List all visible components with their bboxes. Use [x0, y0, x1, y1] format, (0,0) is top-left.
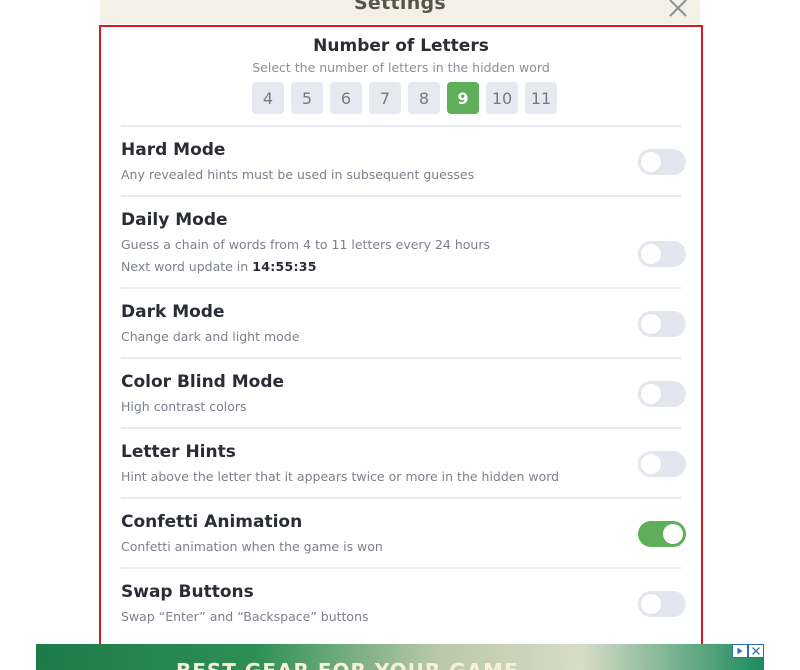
- next-update-time: 14:55:35: [252, 259, 317, 274]
- toggle-knob: [641, 454, 661, 474]
- setting-dark-mode: Dark Mode Change dark and light mode: [101, 289, 701, 359]
- letters-subtitle: Select the number of letters in the hidd…: [252, 60, 550, 75]
- letter-count-7[interactable]: 7: [369, 82, 401, 114]
- modal-header: Settings: [100, 0, 700, 24]
- setting-description: Any revealed hints must be used in subse…: [121, 167, 475, 182]
- letter-count-9[interactable]: 9: [447, 82, 479, 114]
- setting-letter-hints: Letter Hints Hint above the letter that …: [101, 429, 701, 499]
- letter-count-8[interactable]: 8: [408, 82, 440, 114]
- toggle-knob: [641, 244, 661, 264]
- toggle-knob: [663, 524, 683, 544]
- setting-description: Confetti animation when the game is won: [121, 539, 383, 554]
- toggle-knob: [641, 152, 661, 172]
- daily-mode-toggle[interactable]: [638, 241, 686, 267]
- settings-panel: Number of Letters Select the number of l…: [99, 25, 703, 647]
- setting-description: Swap “Enter” and “Backspace” buttons: [121, 609, 369, 624]
- ad-banner[interactable]: BEST GEAR FOR YOUR GAME: [36, 644, 764, 670]
- dark-mode-toggle[interactable]: [638, 311, 686, 337]
- setting-description: Hint above the letter that it appears tw…: [121, 469, 560, 484]
- setting-color-blind-mode: Color Blind Mode High contrast colors: [101, 359, 701, 429]
- hard-mode-toggle[interactable]: [638, 149, 686, 175]
- close-icon[interactable]: [666, 0, 688, 20]
- ad-text: BEST GEAR FOR YOUR GAME: [176, 659, 519, 670]
- letter-count-6[interactable]: 6: [330, 82, 362, 114]
- letter-count-11[interactable]: 11: [525, 82, 557, 114]
- letter-count-5[interactable]: 5: [291, 82, 323, 114]
- ad-info-icon[interactable]: [732, 644, 748, 658]
- setting-title: Dark Mode: [121, 302, 225, 322]
- toggle-knob: [641, 384, 661, 404]
- letter-hints-toggle[interactable]: [638, 451, 686, 477]
- toggle-knob: [641, 314, 661, 334]
- setting-confetti-animation: Confetti Animation Confetti animation wh…: [101, 499, 701, 569]
- letter-count-4[interactable]: 4: [252, 82, 284, 114]
- setting-title: Color Blind Mode: [121, 372, 285, 392]
- setting-title: Confetti Animation: [121, 512, 303, 532]
- modal-title: Settings: [353, 0, 447, 14]
- setting-daily-mode: Daily Mode Guess a chain of words from 4…: [101, 197, 701, 289]
- setting-hard-mode: Hard Mode Any revealed hints must be use…: [101, 127, 701, 197]
- confetti-animation-toggle[interactable]: [638, 521, 686, 547]
- ad-close-icon[interactable]: [748, 644, 764, 658]
- setting-title: Swap Buttons: [121, 582, 254, 602]
- letters-title: Number of Letters: [313, 36, 489, 56]
- color-blind-mode-toggle[interactable]: [638, 381, 686, 407]
- setting-description: Change dark and light mode: [121, 329, 300, 344]
- setting-description: High contrast colors: [121, 399, 247, 414]
- setting-description: Guess a chain of words from 4 to 11 lett…: [121, 237, 490, 252]
- next-update-line: Next word update in 14:55:35: [121, 259, 317, 274]
- letters-section: Number of Letters Select the number of l…: [101, 27, 701, 127]
- swap-buttons-toggle[interactable]: [638, 591, 686, 617]
- toggle-knob: [641, 594, 661, 614]
- letter-count-10[interactable]: 10: [486, 82, 518, 114]
- next-update-label: Next word update in: [121, 259, 249, 274]
- setting-swap-buttons: Swap Buttons Swap “Enter” and “Backspace…: [101, 569, 701, 639]
- setting-title: Daily Mode: [121, 210, 228, 230]
- setting-title: Letter Hints: [121, 442, 236, 462]
- setting-title: Hard Mode: [121, 140, 226, 160]
